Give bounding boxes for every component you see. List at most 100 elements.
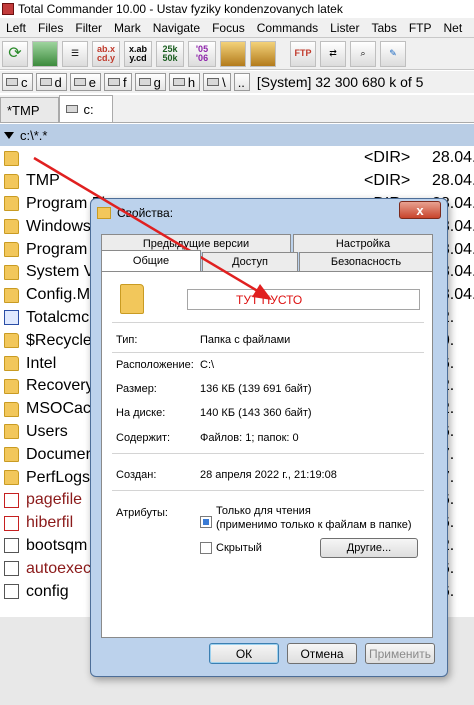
- file-name: Windows: [26, 217, 91, 235]
- drive-info: [System] 32 300 680 k of 5: [256, 74, 424, 90]
- folder-icon: [4, 219, 19, 235]
- multi-rename-icon[interactable]: ✎: [380, 40, 406, 67]
- folder-icon: [4, 287, 19, 303]
- apply-button[interactable]: Применить: [365, 643, 435, 664]
- parent-dir-button[interactable]: ..: [233, 73, 250, 91]
- folder-icon: [4, 150, 19, 166]
- divider: [112, 453, 424, 454]
- file-type: <DIR>: [364, 172, 411, 190]
- hard-drive-icon: [107, 78, 120, 86]
- advanced-attributes-button[interactable]: Другие...: [320, 538, 418, 558]
- menu-tabs[interactable]: Tabs: [365, 21, 402, 35]
- folder-icon: [4, 356, 19, 372]
- menu-left[interactable]: Left: [0, 21, 32, 35]
- readonly-label: Только для чтения: [216, 505, 311, 517]
- file-name: config: [26, 582, 69, 600]
- app-icon: [4, 310, 19, 326]
- root-dir-button[interactable]: \: [203, 73, 231, 91]
- folder-icon: [4, 333, 19, 349]
- menu-ftp[interactable]: FTP: [403, 21, 438, 35]
- menu-mark[interactable]: Mark: [108, 21, 147, 35]
- tab-tmp[interactable]: *TMP: [0, 97, 59, 122]
- drive-g-button[interactable]: g: [134, 73, 166, 91]
- hidden-checkbox[interactable]: [200, 542, 212, 554]
- menu-focus[interactable]: Focus: [206, 21, 251, 35]
- hard-drive-icon: [73, 78, 86, 86]
- system-file-icon: [4, 515, 19, 531]
- file-name: autoexec: [26, 559, 91, 577]
- tab-sharing[interactable]: Доступ: [202, 252, 298, 271]
- folder-icon: [4, 424, 19, 440]
- hidden-label: Скрытый: [216, 542, 262, 554]
- readonly-checkbox[interactable]: [200, 516, 212, 528]
- cancel-button[interactable]: Отмена: [287, 643, 357, 664]
- folder-icon: [4, 470, 19, 486]
- thumbnail-view-icon[interactable]: [32, 40, 58, 67]
- ftp-connect-icon[interactable]: FTP: [290, 40, 316, 67]
- tab-security[interactable]: Безопасность: [299, 252, 433, 271]
- file-name: bootsqm: [26, 536, 88, 554]
- hard-drive-icon: [6, 78, 18, 86]
- menu-navigate[interactable]: Navigate: [147, 21, 206, 35]
- folder-icon: [4, 264, 19, 280]
- file-icon: [4, 584, 19, 600]
- ok-button[interactable]: ОК: [209, 643, 279, 664]
- menu-commands[interactable]: Commands: [251, 21, 324, 35]
- properties-dialog: Свойства: x Предыдущие версии Настройка …: [90, 198, 448, 677]
- menu-lister[interactable]: Lister: [324, 21, 365, 35]
- search-icon[interactable]: ⌕: [350, 40, 376, 67]
- sort-by-size-icon[interactable]: 25k 50k: [156, 40, 184, 67]
- tree-view-icon[interactable]: ☰: [62, 40, 88, 67]
- current-path: c:\*.*: [20, 127, 48, 143]
- contains-label: Содержит:: [116, 432, 171, 444]
- file-name: TMP: [26, 172, 60, 190]
- drive-c-button[interactable]: c: [2, 73, 33, 91]
- ftp-new-icon[interactable]: ⇄: [320, 40, 346, 67]
- menu-files[interactable]: Files: [32, 21, 69, 35]
- toolbar-separator: [280, 41, 286, 67]
- menu-net[interactable]: Net: [438, 21, 469, 35]
- file-type: <DIR>: [364, 149, 411, 167]
- size-value: 136 КБ (139 691 байт): [200, 383, 312, 395]
- menu-filter[interactable]: Filter: [69, 21, 108, 35]
- close-button[interactable]: x: [399, 201, 441, 219]
- divider: [112, 322, 424, 323]
- title-bar: Total Commander 10.00 - Ustav fyziky kon…: [0, 0, 474, 18]
- app-icon: [2, 3, 14, 15]
- tab-general[interactable]: Общие: [101, 250, 201, 271]
- refresh-icon[interactable]: ⟳: [2, 40, 28, 67]
- pack-icon[interactable]: [220, 40, 246, 67]
- path-bar[interactable]: c:\*.*: [0, 124, 474, 146]
- file-row[interactable]: TMP <DIR> 28.04.: [0, 170, 474, 193]
- menu-configuration[interactable]: Co: [468, 21, 474, 35]
- folder-name-input[interactable]: ТУТ ПУСТО: [187, 289, 420, 310]
- dialog-tabs-row-2: Общие Доступ Безопасность: [101, 250, 433, 271]
- file-date: 28.04.: [432, 172, 474, 190]
- created-value: 28 апреля 2022 г., 21:19:08: [200, 469, 337, 481]
- sort-by-date-icon[interactable]: '05 '06: [188, 40, 216, 67]
- file-name: PerfLogs: [26, 468, 91, 486]
- tab-customize[interactable]: Настройка: [293, 234, 433, 252]
- file-name: Program: [26, 240, 88, 258]
- drive-h-button[interactable]: h: [168, 73, 201, 91]
- file-name: Documer: [26, 445, 91, 463]
- folder-icon: [4, 447, 19, 463]
- location-value: C:\: [200, 359, 215, 371]
- file-icon: [4, 538, 19, 554]
- unpack-icon[interactable]: [250, 40, 276, 67]
- sort-by-name-icon[interactable]: ab.x cd.y: [92, 40, 120, 67]
- drive-e-button[interactable]: e: [69, 73, 101, 91]
- drive-d-button[interactable]: d: [35, 73, 67, 91]
- file-name: Intel: [26, 354, 57, 372]
- folder-icon: [4, 242, 19, 258]
- file-row[interactable]: <DIR> 28.04.: [0, 147, 474, 170]
- readonly-note: (применимо только к файлам в папке): [216, 519, 412, 531]
- history-dropdown-icon[interactable]: [4, 131, 14, 139]
- divider: [112, 352, 424, 353]
- attributes-label: Атрибуты:: [116, 507, 168, 519]
- sort-by-ext-icon[interactable]: x.ab y.cd: [124, 40, 152, 67]
- tab-c[interactable]: c:: [58, 95, 113, 122]
- drive-f-button[interactable]: f: [103, 73, 132, 91]
- folder-tabs: *TMP c:: [0, 95, 474, 123]
- folder-icon: [97, 207, 111, 219]
